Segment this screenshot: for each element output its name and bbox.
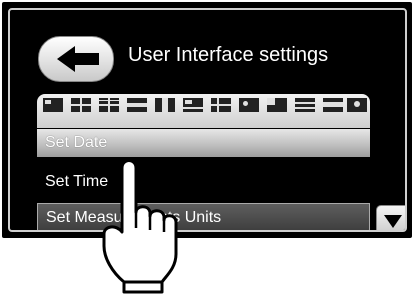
menu-item-label: Set Date bbox=[45, 134, 108, 151]
menu-item-set-measurements-units[interactable]: Set Measurements Units bbox=[37, 203, 370, 230]
menu-item-set-time[interactable]: Set Time bbox=[37, 168, 370, 196]
flag-icon[interactable] bbox=[127, 98, 147, 112]
flag-icon[interactable] bbox=[323, 98, 343, 112]
back-arrow-icon bbox=[57, 46, 99, 72]
flag-icon[interactable] bbox=[267, 98, 287, 112]
chevron-down-icon bbox=[384, 215, 402, 228]
flag-icon[interactable] bbox=[99, 98, 119, 112]
flag-icon[interactable] bbox=[183, 98, 203, 112]
flag-icon[interactable] bbox=[71, 98, 91, 112]
device-frame: User Interface settings Set Date Set Tim… bbox=[2, 2, 412, 238]
page-title: User Interface settings bbox=[128, 44, 329, 66]
touch-screen: User Interface settings Set Date Set Tim… bbox=[8, 8, 407, 232]
scroll-down-button[interactable] bbox=[376, 205, 405, 230]
flag-icon[interactable] bbox=[43, 98, 63, 112]
flag-icon[interactable] bbox=[347, 98, 367, 112]
flag-icon[interactable] bbox=[295, 98, 315, 112]
flag-icon[interactable] bbox=[239, 98, 259, 112]
flag-icon[interactable] bbox=[211, 98, 231, 112]
pointing-hand-icon bbox=[98, 150, 188, 300]
flag-icon[interactable] bbox=[155, 98, 175, 112]
back-button[interactable] bbox=[38, 36, 114, 82]
language-flags-bar[interactable] bbox=[37, 94, 370, 128]
menu-item-set-date[interactable]: Set Date bbox=[37, 129, 370, 157]
